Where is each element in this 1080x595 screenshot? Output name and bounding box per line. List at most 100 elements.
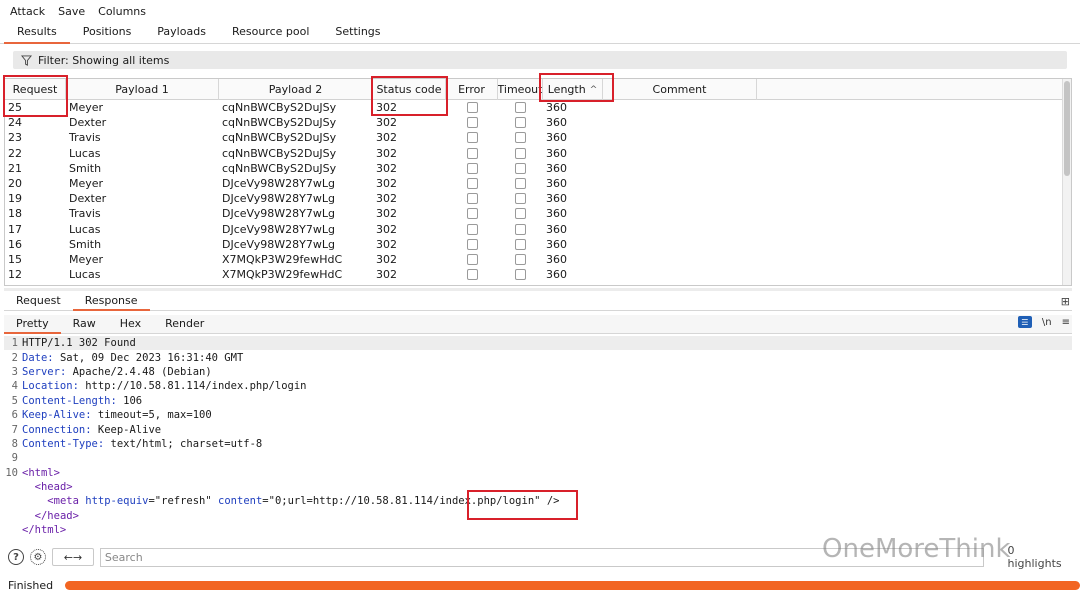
cell-comment xyxy=(603,222,757,237)
checkbox[interactable] xyxy=(466,162,478,174)
menu-attack[interactable]: Attack xyxy=(10,5,45,18)
tab-raw[interactable]: Raw xyxy=(61,317,108,333)
table-row[interactable]: 15 Meyer X7MQkP3W29fewHdC 302 360 xyxy=(5,252,1071,267)
checkbox[interactable] xyxy=(466,223,478,235)
checkbox[interactable] xyxy=(515,147,526,159)
column-request[interactable]: Request xyxy=(5,79,66,100)
table-scrollbar[interactable] xyxy=(1062,79,1071,285)
filter-bar[interactable]: Filter: Showing all items xyxy=(13,51,1067,69)
code-line-13: </head> xyxy=(4,509,1072,523)
help-icon[interactable]: ? xyxy=(8,549,24,565)
gear-icon[interactable]: ⚙ xyxy=(29,549,46,565)
menu-columns[interactable]: Columns xyxy=(98,5,146,18)
column-error[interactable]: Error xyxy=(446,79,498,100)
column-length[interactable]: Length ^ xyxy=(543,79,603,100)
tab-render[interactable]: Render xyxy=(153,317,216,333)
header-name: Content-Length xyxy=(22,394,111,407)
checkbox[interactable] xyxy=(466,269,478,281)
pane-divider[interactable] xyxy=(4,288,1072,291)
tab-settings[interactable]: Settings xyxy=(322,25,393,43)
checkbox[interactable] xyxy=(515,208,526,220)
status-text: Finished xyxy=(8,578,54,592)
cell-comment xyxy=(603,191,757,206)
checkbox[interactable] xyxy=(466,178,478,190)
column-status-code[interactable]: Status code xyxy=(373,79,446,100)
table-row[interactable]: 23 Travis cqNnBWCByS2DuJSy 302 360 xyxy=(5,130,1071,145)
table-row[interactable]: 12 Lucas X7MQkP3W29fewHdC 302 360 xyxy=(5,267,1071,282)
cell-timeout xyxy=(498,146,543,161)
cell-payload-1: Meyer xyxy=(69,101,104,115)
tab-response[interactable]: Response xyxy=(72,294,150,311)
tab-hex[interactable]: Hex xyxy=(108,317,153,333)
meta-tag: meta xyxy=(53,495,79,508)
code-line-10: 10 <html> xyxy=(5,466,60,479)
tab-positions[interactable]: Positions xyxy=(70,25,145,43)
tab-pretty[interactable]: Pretty xyxy=(4,317,61,334)
cell-status-code: 302 xyxy=(376,131,397,145)
checkbox[interactable] xyxy=(466,147,478,159)
checkbox[interactable] xyxy=(515,102,526,114)
wrap-lines-icon[interactable]: ☰ xyxy=(1017,316,1032,328)
show-newlines-icon[interactable]: \n xyxy=(1042,317,1052,328)
column-timeout[interactable]: Timeout xyxy=(498,79,543,100)
checkbox[interactable] xyxy=(466,117,478,129)
checkbox[interactable] xyxy=(515,132,526,144)
table-row[interactable]: 16 Smith DJceVy98W28Y7wLg 302 360 xyxy=(5,237,1071,252)
checkbox[interactable] xyxy=(515,253,526,265)
checkbox[interactable] xyxy=(515,223,526,235)
checkbox[interactable] xyxy=(515,162,526,174)
checkbox[interactable] xyxy=(466,208,478,220)
code-line-12: < meta http-equiv = "refresh" content = "0;ur… xyxy=(47,495,560,508)
table-row[interactable]: 18 Travis DJceVy98W28Y7wLg 302 360 xyxy=(5,206,1071,221)
table-row[interactable]: 17 Lucas DJceVy98W28Y7wLg 302 360 xyxy=(5,222,1071,237)
cell-request: 17 xyxy=(8,222,22,236)
table-row[interactable]: 24 Dexter cqNnBWCByS2DuJSy 302 360 xyxy=(5,115,1071,130)
tab-results[interactable]: Results xyxy=(4,25,70,44)
more-options-icon[interactable]: ≡ xyxy=(1062,317,1070,328)
checkbox[interactable] xyxy=(466,193,478,205)
forward-arrow-icon[interactable]: → xyxy=(73,551,82,564)
back-arrow-icon[interactable]: ← xyxy=(64,551,73,564)
cell-request: 20 xyxy=(8,177,22,191)
scroll-thumb[interactable] xyxy=(1064,81,1070,176)
table-row[interactable]: 19 Dexter DJceVy98W28Y7wLg 302 360 xyxy=(5,191,1071,206)
cell-error xyxy=(446,237,498,252)
tab-resource-pool[interactable]: Resource pool xyxy=(219,25,322,43)
code-line-5: 5 Content-Length: 106 xyxy=(11,394,143,407)
checkbox[interactable] xyxy=(515,178,526,190)
cell-length: 360 xyxy=(546,252,567,266)
checkbox[interactable] xyxy=(515,238,526,250)
header-name: Location xyxy=(22,380,73,393)
menu-save[interactable]: Save xyxy=(58,5,85,18)
tab-payloads[interactable]: Payloads xyxy=(144,25,219,43)
cell-timeout xyxy=(498,100,543,115)
column-comment[interactable]: Comment xyxy=(603,79,757,100)
nav-arrows[interactable]: ← → xyxy=(51,548,94,566)
checkbox[interactable] xyxy=(466,238,478,250)
table-row[interactable]: 25 Meyer cqNnBWCByS2DuJSy 302 360 xyxy=(5,100,1071,115)
table-row[interactable]: 21 Smith cqNnBWCByS2DuJSy 302 360 xyxy=(5,161,1071,176)
watermark: OneMoreThink xyxy=(822,534,1011,564)
cell-status-code: 302 xyxy=(376,252,397,266)
cell-length: 360 xyxy=(546,177,567,191)
tab-request[interactable]: Request xyxy=(4,294,73,310)
code-line-11: <head> xyxy=(4,480,1072,494)
checkbox[interactable] xyxy=(515,117,526,129)
inspector-icon[interactable]: ⊞ xyxy=(1061,295,1070,308)
header-name: Connection xyxy=(22,423,86,436)
code-line-6: 6 Keep-Alive: timeout=5, max=100 xyxy=(11,409,212,422)
checkbox[interactable] xyxy=(466,102,478,114)
cell-comment xyxy=(603,176,757,191)
checkbox[interactable] xyxy=(466,132,478,144)
checkbox[interactable] xyxy=(515,193,526,205)
response-body[interactable]: 1 HTTP/1.1 302 Found 2 Date: Sat, 09 Dec 2… xyxy=(4,336,1072,542)
column-payload-2[interactable]: Payload 2 xyxy=(219,79,373,100)
checkbox[interactable] xyxy=(466,253,478,265)
cell-filler xyxy=(757,100,1071,115)
cell-error xyxy=(446,191,498,206)
table-row[interactable]: 20 Meyer DJceVy98W28Y7wLg 302 360 xyxy=(5,176,1071,191)
checkbox[interactable] xyxy=(515,269,526,281)
cell-filler xyxy=(757,206,1071,221)
column-payload-1[interactable]: Payload 1 xyxy=(66,79,219,100)
table-row[interactable]: 22 Lucas cqNnBWCByS2DuJSy 302 360 xyxy=(5,146,1071,161)
